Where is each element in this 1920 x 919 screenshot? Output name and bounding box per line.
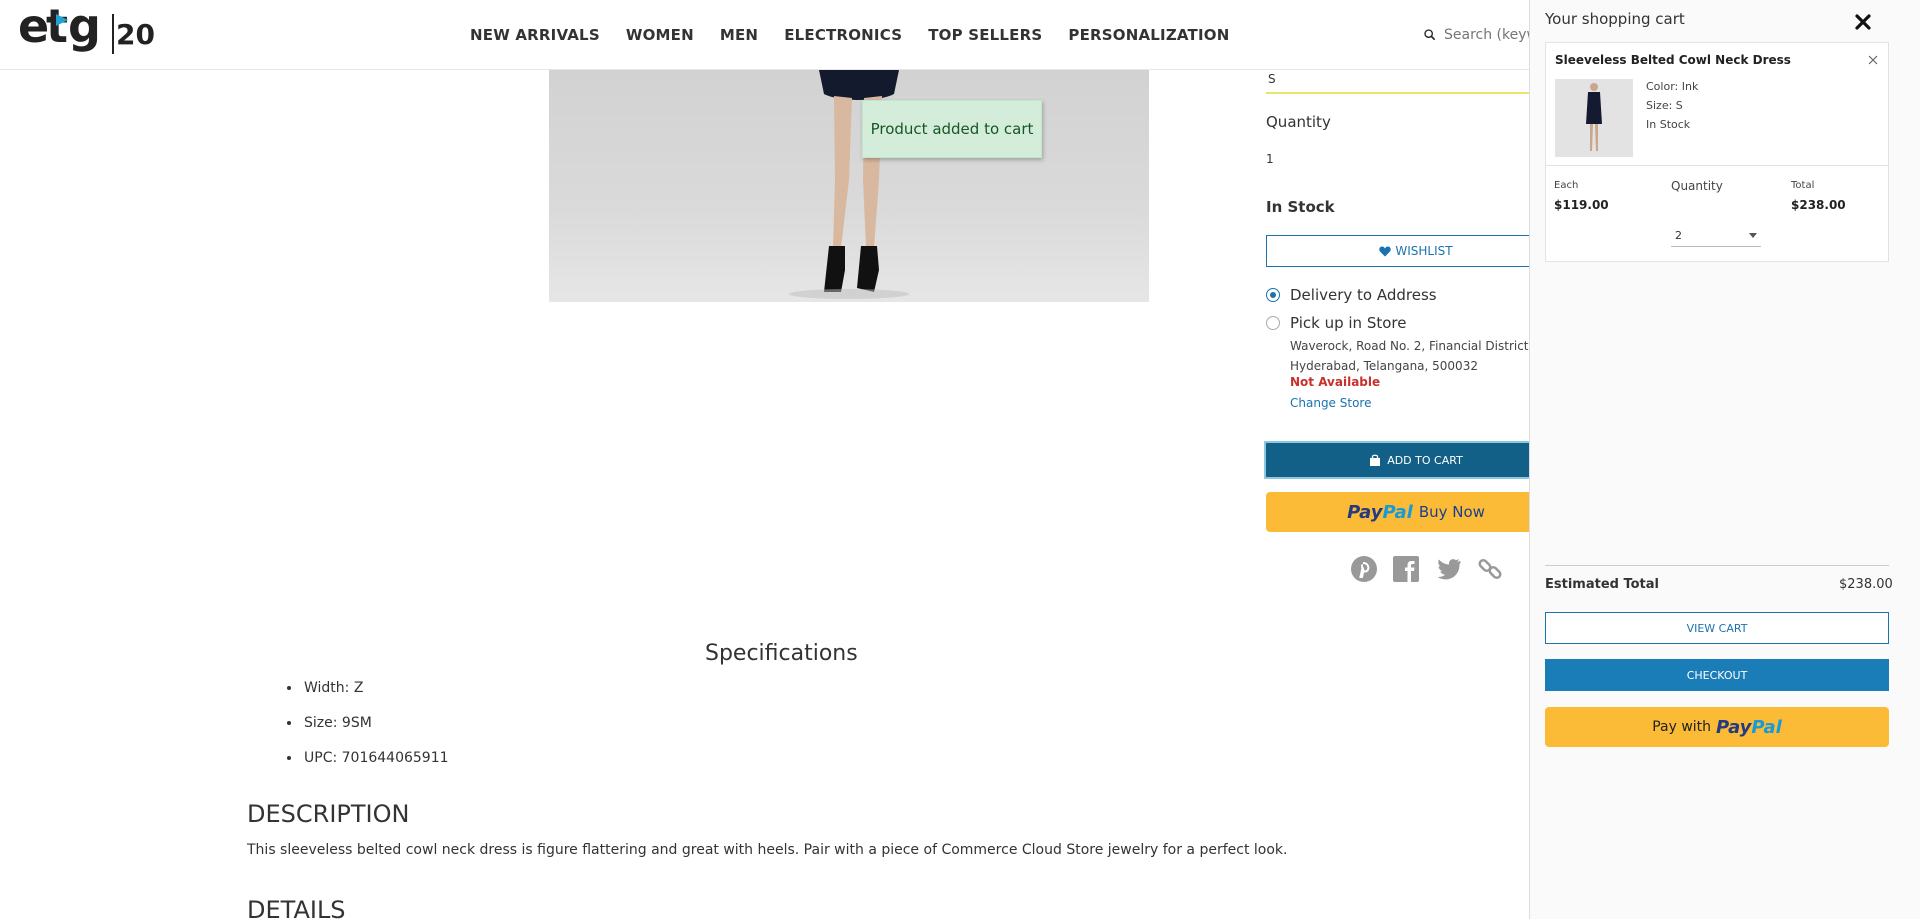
product-image[interactable] — [549, 70, 1149, 302]
estimated-total-value: $238.00 — [1839, 577, 1893, 592]
spec-item: UPC: 701644065911 — [302, 750, 449, 766]
chevron-down-icon — [1749, 233, 1757, 238]
nav-women[interactable]: WOMEN — [626, 26, 694, 44]
twitter-icon[interactable] — [1434, 555, 1462, 583]
store-address-line2: Hyderabad, Telangana, 500032 — [1290, 359, 1478, 373]
main-nav: NEW ARRIVALS WOMEN MEN ELECTRONICS TOP S… — [470, 0, 1255, 70]
add-to-cart-button[interactable]: ADD TO CART — [1264, 441, 1568, 479]
line-total: $238.00 — [1791, 198, 1846, 212]
specifications-title: Specifications — [705, 641, 858, 666]
change-store-link[interactable]: Change Store — [1290, 396, 1371, 410]
svg-text:tg: tg — [46, 4, 101, 53]
link-icon[interactable] — [1476, 555, 1504, 583]
size-select[interactable]: S — [1266, 68, 1530, 94]
remove-item-icon[interactable] — [1868, 55, 1878, 65]
total-label: Total — [1791, 180, 1815, 191]
svg-text:20: 20 — [116, 18, 155, 51]
pay-with-paypal-button[interactable]: Pay with PayPal — [1545, 707, 1889, 747]
paypal-buy-now-label: Buy Now — [1418, 503, 1485, 521]
stock-status: In Stock — [1266, 198, 1335, 216]
pickup-label: Pick up in Store — [1290, 314, 1407, 332]
shopping-bag-icon — [1370, 454, 1381, 466]
description-title: DESCRIPTION — [247, 800, 410, 828]
description-text: This sleeveless belted cowl neck dress i… — [247, 842, 1288, 858]
paypal-logo: PayPal — [1347, 501, 1413, 523]
pinterest-icon[interactable] — [1350, 555, 1378, 583]
nav-personalization[interactable]: PERSONALIZATION — [1068, 26, 1229, 44]
availability-status: Not Available — [1290, 375, 1381, 389]
close-icon[interactable] — [1855, 14, 1871, 30]
heart-icon — [1379, 246, 1392, 256]
nav-electronics[interactable]: ELECTRONICS — [784, 26, 902, 44]
pickup-radio[interactable] — [1266, 316, 1280, 330]
details-title: DETAILS — [247, 896, 346, 919]
brand-logo[interactable]: e tg 20 — [18, 0, 158, 64]
wishlist-button[interactable]: WISHLIST — [1266, 235, 1566, 267]
nav-men[interactable]: MEN — [720, 26, 758, 44]
store-address-line1: Waverock, Road No. 2, Financial District… — [1290, 339, 1533, 353]
nav-new-arrivals[interactable]: NEW ARRIVALS — [470, 26, 600, 44]
pickup-option[interactable]: Pick up in Store — [1266, 314, 1406, 332]
product-photo — [789, 70, 909, 299]
add-to-cart-label: ADD TO CART — [1387, 453, 1463, 467]
cart-item-divider — [1546, 165, 1888, 166]
wishlist-label: WISHLIST — [1395, 244, 1453, 258]
view-cart-button[interactable]: VIEW CART — [1545, 612, 1889, 644]
cart-item-thumbnail[interactable] — [1555, 79, 1633, 157]
cart-item-size: Size: S — [1646, 99, 1683, 112]
each-label: Each — [1554, 180, 1579, 191]
specifications-list: Width: Z Size: 9SM UPC: 701644065911 — [282, 680, 449, 785]
cart-quantity-label: Quantity — [1671, 179, 1723, 193]
dress-thumbnail — [1586, 83, 1602, 151]
facebook-icon[interactable] — [1392, 555, 1420, 583]
svg-text:e: e — [18, 4, 49, 53]
delivery-radio[interactable] — [1266, 288, 1280, 302]
cart-item-stock: In Stock — [1646, 118, 1691, 131]
cart-quantity-select[interactable]: 2 — [1671, 225, 1761, 247]
paypal-buy-now-button[interactable]: PayPal Buy Now — [1266, 492, 1566, 532]
spec-item: Size: 9SM — [302, 715, 449, 731]
cart-item-color: Color: Ink — [1646, 80, 1699, 93]
cart-drawer: Your shopping cart Sleeveless Belted Cow… — [1529, 0, 1920, 919]
search-box — [1424, 20, 1534, 50]
delivery-label: Delivery to Address — [1290, 286, 1437, 304]
logo-icon: e tg 20 — [18, 0, 155, 54]
drawer-divider — [1545, 565, 1889, 566]
search-input[interactable] — [1444, 27, 1534, 43]
cart-title: Your shopping cart — [1545, 10, 1685, 28]
delivery-option[interactable]: Delivery to Address — [1266, 286, 1437, 304]
quantity-label: Quantity — [1266, 113, 1331, 131]
cart-line-item: Sleeveless Belted Cowl Neck Dress Color:… — [1545, 42, 1889, 262]
cart-item-name[interactable]: Sleeveless Belted Cowl Neck Dress — [1555, 53, 1791, 67]
store-address: Waverock, Road No. 2, Financial District… — [1290, 336, 1550, 376]
pay-with-label: Pay with — [1652, 719, 1712, 735]
nav-top-sellers[interactable]: TOP SELLERS — [928, 26, 1042, 44]
added-to-cart-toast: Product added to cart — [862, 100, 1042, 158]
estimated-total-label: Estimated Total — [1545, 577, 1659, 592]
quantity-select[interactable]: 1 — [1266, 152, 1274, 166]
paypal-logo: PayPal — [1716, 716, 1782, 738]
search-icon[interactable] — [1424, 26, 1436, 44]
checkout-button[interactable]: CHECKOUT — [1545, 659, 1889, 691]
spec-item: Width: Z — [302, 680, 449, 696]
social-share — [1350, 555, 1504, 583]
cart-quantity-value: 2 — [1675, 229, 1682, 242]
each-price: $119.00 — [1554, 198, 1609, 212]
